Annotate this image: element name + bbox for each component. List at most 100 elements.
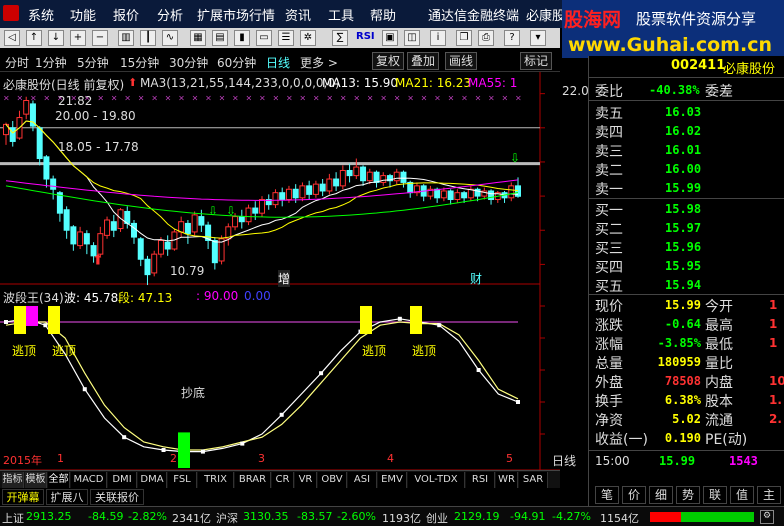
period-5min[interactable]: 5分钟	[77, 54, 109, 71]
period-1min[interactable]: 1分钟	[35, 54, 67, 71]
ask-price[interactable]: 16.01	[665, 143, 701, 157]
period-daily[interactable]: 日线	[266, 54, 290, 71]
bid-price[interactable]: 15.95	[665, 259, 701, 273]
signal-x-marker: ×	[246, 93, 253, 102]
menu-analysis[interactable]: 分析	[157, 5, 183, 24]
bid-price[interactable]: 15.97	[665, 221, 701, 235]
draw-button[interactable]: 画线	[445, 52, 478, 70]
period-60min[interactable]: 60分钟	[217, 54, 256, 71]
overlay-button[interactable]: 叠加	[407, 52, 440, 70]
period-30min[interactable]: 30分钟	[169, 54, 208, 71]
ma13-value: MA13: 15.90	[322, 76, 399, 90]
indicator-tab[interactable]: EMV	[378, 472, 407, 488]
back-icon[interactable]: ◁	[4, 30, 20, 46]
quote-tab[interactable]: 笔	[595, 486, 619, 504]
menu-info[interactable]: 资讯	[285, 5, 311, 24]
split-icon[interactable]: ◫	[404, 30, 420, 46]
indicator-tab[interactable]: VOL-TDX	[408, 472, 465, 488]
menu-tools[interactable]: 工具	[328, 5, 354, 24]
ask-price[interactable]: 16.00	[665, 162, 701, 176]
indicator-tab[interactable]: WR	[496, 472, 518, 488]
indicator-tab[interactable]: 模板	[25, 472, 47, 488]
help-icon[interactable]: ?	[504, 30, 520, 46]
quote-tab[interactable]: 联	[703, 486, 727, 504]
extra-tab[interactable]: 关联报价	[90, 489, 144, 505]
zoom-in-icon[interactable]: +	[70, 30, 86, 46]
ask-price[interactable]: 16.03	[665, 105, 701, 119]
list-icon[interactable]: ☰	[278, 30, 294, 46]
extra-tab[interactable]: 扩展八	[46, 489, 88, 505]
indicator-name: 波段王(34)	[3, 291, 64, 305]
indicator-tab[interactable]: 全部	[48, 472, 70, 488]
indicator-tab[interactable]: FSL	[168, 472, 197, 488]
period-intraday[interactable]: 分时	[5, 54, 29, 71]
candle-down	[211, 239, 218, 264]
indicator-tab[interactable]: MACD	[71, 472, 107, 488]
indicator-tab[interactable]: SAR	[519, 472, 548, 488]
indicator-tab[interactable]: ASI	[348, 472, 377, 488]
candle-down	[360, 166, 367, 182]
table-icon[interactable]: ▤	[212, 30, 228, 46]
signal-x-marker: ×	[178, 93, 185, 102]
ma21-line	[5, 120, 519, 239]
ask-price[interactable]: 16.02	[665, 124, 701, 138]
tick-price: 15.99	[659, 454, 696, 468]
ask-price[interactable]: 15.99	[665, 181, 701, 195]
window-cascade-icon[interactable]: ❐	[456, 30, 472, 46]
indicator-tab[interactable]: RSI	[466, 472, 495, 488]
menu-ext-market[interactable]: 扩展市场行情	[197, 5, 275, 24]
bid-price[interactable]: 15.98	[665, 202, 701, 216]
kline-icon[interactable]: ┃	[140, 30, 156, 46]
signal-escape-3: 逃顶	[362, 344, 387, 358]
weibi-label: 委比	[595, 84, 623, 100]
period-bar: 分时 1分钟 5分钟 15分钟 30分钟 60分钟 日线 更多 > 复权 叠加 …	[0, 50, 560, 72]
indicator-tab[interactable]: 指标	[2, 472, 24, 488]
indicator-tab[interactable]: TRIX	[198, 472, 234, 488]
indicator-icon[interactable]: ∑	[332, 30, 348, 46]
candle-up	[393, 171, 400, 182]
indicator-tab[interactable]: BRAR	[235, 472, 271, 488]
print-icon[interactable]: ⎙	[478, 30, 494, 46]
info-icon[interactable]: i	[430, 30, 446, 46]
menu-system[interactable]: 系统	[28, 5, 54, 24]
mark-button[interactable]: 标记	[520, 52, 553, 70]
rsi-button[interactable]: RSI	[356, 31, 375, 42]
indicator-tab[interactable]: CR	[272, 472, 294, 488]
layout-icon[interactable]: ▣	[382, 30, 398, 46]
down-arrow-icon[interactable]: ↓	[48, 30, 64, 46]
period-15min[interactable]: 15分钟	[120, 54, 159, 71]
bid-price[interactable]: 15.96	[665, 240, 701, 254]
bid-label: 买五	[595, 279, 623, 295]
up-arrow-icon[interactable]: ↑	[26, 30, 42, 46]
period-more[interactable]: 更多 >	[300, 54, 338, 71]
indicator-tab[interactable]: VR	[295, 472, 317, 488]
bar-icon[interactable]: ▮	[234, 30, 250, 46]
chart-area[interactable]: 22.0020.0018.0016.0014.0012.00××××××××××…	[0, 72, 596, 514]
quote-tab[interactable]: 值	[730, 486, 754, 504]
chart-type-icon[interactable]: ▥	[118, 30, 134, 46]
extra-tab[interactable]: 开弹幕	[2, 489, 44, 505]
status-settings-icon[interactable]: ⚙	[760, 510, 774, 524]
stat-label-2: 内盘	[705, 375, 733, 391]
candle-down	[36, 127, 43, 160]
grid-icon[interactable]: ▦	[190, 30, 206, 46]
line-chart-icon[interactable]: ∿	[162, 30, 178, 46]
quote-tab[interactable]: 价	[622, 486, 646, 504]
signal-x-marker: ×	[124, 93, 131, 102]
quote-tab[interactable]: 势	[676, 486, 700, 504]
dropdown-icon[interactable]: ▾	[530, 30, 546, 46]
zoom-out-icon[interactable]: −	[92, 30, 108, 46]
bid-price[interactable]: 15.94	[665, 278, 701, 292]
adjust-button[interactable]: 复权	[372, 52, 405, 70]
settings-icon[interactable]: ✲	[300, 30, 316, 46]
indicator-tab[interactable]: OBV	[318, 472, 347, 488]
window-icon[interactable]: ▭	[256, 30, 272, 46]
menu-function[interactable]: 功能	[70, 5, 96, 24]
indicator-tab[interactable]: DMA	[138, 472, 167, 488]
indicator-tab[interactable]: DMI	[108, 472, 137, 488]
quote-tab[interactable]: 细	[649, 486, 673, 504]
menu-quote[interactable]: 报价	[113, 5, 139, 24]
menu-help[interactable]: 帮助	[370, 5, 396, 24]
bo-marker	[4, 320, 8, 324]
quote-tab[interactable]: 主	[757, 486, 781, 504]
